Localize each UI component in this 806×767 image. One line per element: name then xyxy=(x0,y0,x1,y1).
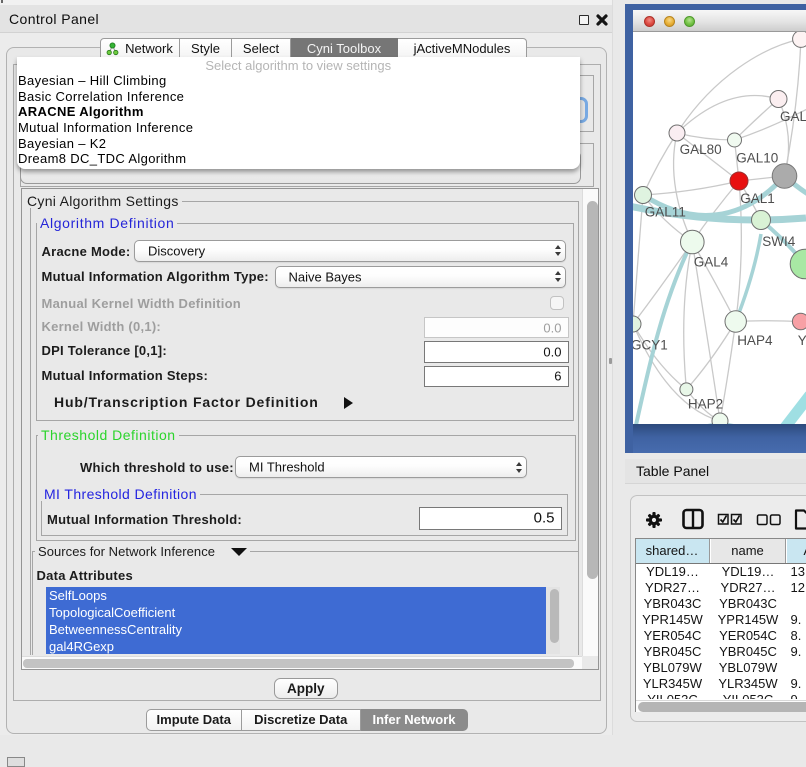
svg-text:GCY1: GCY1 xyxy=(633,338,668,353)
svg-text:Y: Y xyxy=(798,333,806,348)
svg-text:GAL4: GAL4 xyxy=(694,254,729,269)
svg-text:GAL: GAL xyxy=(780,109,806,124)
svg-text:GAL80: GAL80 xyxy=(680,142,722,157)
svg-text:HAP4: HAP4 xyxy=(737,333,773,348)
svg-text:GAL10: GAL10 xyxy=(736,151,778,166)
svg-text:SWI4: SWI4 xyxy=(762,234,795,249)
svg-text:HAP2: HAP2 xyxy=(688,397,723,412)
svg-text:GAL11: GAL11 xyxy=(645,204,686,219)
svg-text:GAL1: GAL1 xyxy=(740,191,775,206)
